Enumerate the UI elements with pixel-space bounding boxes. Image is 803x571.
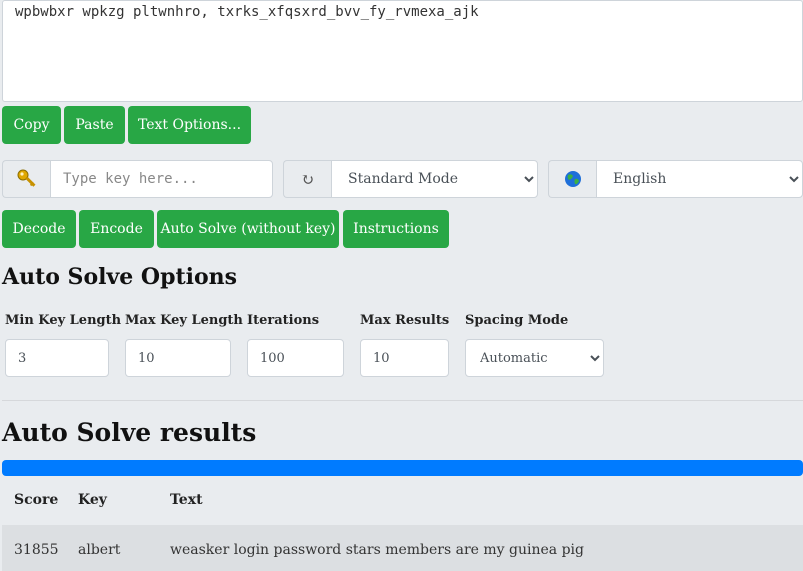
instructions-button[interactable]: Instructions	[343, 210, 449, 248]
spacing-mode-select[interactable]: Automatic	[465, 339, 604, 377]
max-key-length-input[interactable]	[125, 339, 231, 377]
language-select[interactable]: English	[596, 160, 803, 198]
encode-button[interactable]: Encode	[79, 210, 154, 248]
key-input-group	[2, 160, 273, 198]
max-results-label: Max Results	[360, 313, 450, 328]
cipher-text-input[interactable]: wpbwbxr wpkzg pltwnhro, txrks_xfqsxrd_bv…	[3, 1, 802, 101]
auto-solve-results-heading: Auto Solve results	[2, 418, 257, 447]
min-key-length-label: Min Key Length	[5, 313, 122, 328]
column-header-score: Score	[14, 492, 59, 508]
iterations-label: Iterations	[247, 313, 320, 328]
section-divider	[2, 400, 803, 401]
column-header-text: Text	[170, 492, 203, 508]
globe-icon	[548, 160, 596, 198]
spacing-mode-label: Spacing Mode	[465, 313, 569, 328]
refresh-icon: ↻	[283, 160, 331, 198]
result-score: 31855	[14, 542, 59, 558]
min-key-length-input[interactable]	[5, 339, 109, 377]
language-select-group: English	[548, 160, 803, 198]
key-input[interactable]	[50, 160, 273, 198]
mode-select[interactable]: Standard Mode	[331, 160, 538, 198]
auto-solve-button[interactable]: Auto Solve (without key)	[157, 210, 339, 248]
copy-button[interactable]: Copy	[2, 106, 61, 144]
auto-solve-options-heading: Auto Solve Options	[2, 264, 238, 290]
decode-button[interactable]: Decode	[2, 210, 76, 248]
iterations-input[interactable]	[247, 339, 344, 377]
result-key: albert	[78, 542, 121, 558]
cipher-text-area[interactable]: wpbwbxr wpkzg pltwnhro, txrks_xfqsxrd_bv…	[2, 0, 803, 102]
text-options-button[interactable]: Text Options...	[128, 106, 251, 144]
paste-button[interactable]: Paste	[64, 106, 125, 144]
key-icon	[2, 160, 50, 198]
progress-bar-fill	[2, 460, 803, 476]
max-key-length-label: Max Key Length	[125, 313, 243, 328]
progress-bar	[2, 460, 803, 476]
max-results-input[interactable]	[360, 339, 449, 377]
mode-select-group: ↻ Standard Mode	[283, 160, 538, 198]
result-text: weasker login password stars members are…	[170, 542, 584, 558]
column-header-key: Key	[78, 492, 107, 508]
